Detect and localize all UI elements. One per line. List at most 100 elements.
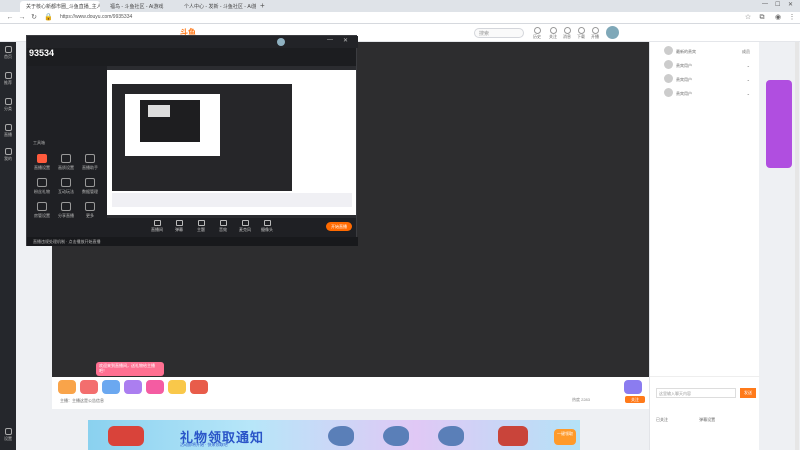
gift-item[interactable] xyxy=(58,380,76,394)
followed-label[interactable]: 已关注 xyxy=(656,417,668,422)
preview-gift-strip xyxy=(112,193,352,207)
side-ad[interactable] xyxy=(766,80,792,168)
nested-screen xyxy=(125,94,220,156)
tool-live-settings[interactable]: 直播设置 xyxy=(31,152,53,174)
minimize-icon[interactable]: — xyxy=(327,37,333,43)
address-bar: ← → ↻ 🔒 https://www.douyu.com/9935334 ☆ … xyxy=(0,12,800,24)
right-panel: 最新的贵宾 成员 贵宾用户 ⌄ 贵宾用户 ⌄ 贵宾用户 ⌄ 这里输入聊天内容 发送 已关… xyxy=(649,42,760,450)
sidebar-item-category[interactable]: 分类 xyxy=(0,96,16,116)
tool-assistant[interactable]: 直播助手 xyxy=(79,152,101,174)
search-input[interactable]: 搜索 xyxy=(474,28,524,38)
control-camera[interactable]: 摄像头 xyxy=(257,220,277,236)
avatar xyxy=(664,60,673,69)
send-button[interactable]: 发送 xyxy=(740,388,756,398)
message-icon[interactable]: 消息 xyxy=(560,27,574,39)
browser-tab[interactable]: 福鸟 - 斗鱼社区 - Ai游戏 xyxy=(104,1,174,12)
claim-button[interactable]: 一键领取 xyxy=(554,429,576,445)
sidebar-item-live[interactable]: 直播 xyxy=(0,122,16,142)
download-icon[interactable]: 下载 xyxy=(574,27,588,39)
tool-quality[interactable]: 画质设置 xyxy=(55,152,77,174)
extensions-icon[interactable]: ⧉ xyxy=(758,14,766,22)
maximize-icon[interactable]: ☐ xyxy=(775,1,780,8)
history-icon[interactable]: 历史 xyxy=(530,27,544,39)
scrollbar[interactable] xyxy=(795,42,799,450)
panel-footer: 已关注 弹幕设置 xyxy=(656,417,715,423)
list-item[interactable]: 贵宾用户 ⌄ xyxy=(654,86,754,100)
rocket-icon xyxy=(108,426,144,446)
gift-item[interactable] xyxy=(168,380,186,394)
gift-item[interactable] xyxy=(80,380,98,394)
streaming-tool-window: — ✕ 93534 工具箱 直播设置 画质设置 直播助手 粉丝礼物 互动玩法 数… xyxy=(26,35,358,246)
shark-icon xyxy=(383,426,409,446)
avatar xyxy=(664,74,673,83)
nested-screen xyxy=(112,84,292,191)
gift-item[interactable] xyxy=(624,380,642,394)
lock-icon: 🔒 xyxy=(44,14,53,21)
star-icon[interactable]: ☆ xyxy=(744,14,752,22)
stream-preview xyxy=(107,66,356,218)
tool-more[interactable]: 更多 xyxy=(79,200,101,222)
control-sound[interactable]: 音效 xyxy=(213,220,233,236)
nested-screen xyxy=(140,100,200,142)
reload-icon[interactable]: ↻ xyxy=(30,14,38,22)
divider xyxy=(650,376,760,377)
gift-bar: 主播：主播这是公告信息 热度 2283 关注 xyxy=(52,377,649,409)
back-icon[interactable]: ← xyxy=(6,14,14,22)
control-danmaku[interactable]: 弹幕 xyxy=(169,220,189,236)
profile-icon[interactable]: ◉ xyxy=(774,14,782,22)
sidebar-item-settings[interactable]: 设置 xyxy=(0,426,16,446)
list-item[interactable]: 最新的贵宾 成员 xyxy=(654,44,754,58)
danmaku-settings[interactable]: 弹幕设置 xyxy=(699,417,715,422)
avatar[interactable] xyxy=(606,26,619,39)
announcement: 主播：主播这是公告信息 xyxy=(60,398,104,403)
sidebar-item-recommend[interactable]: 推荐 xyxy=(0,70,16,90)
shark-icon xyxy=(438,426,464,446)
chevron-down-icon: ⌄ xyxy=(746,63,750,68)
avatar xyxy=(664,88,673,97)
control-room[interactable]: 直播间 xyxy=(147,220,167,236)
chevron-down-icon: ⌄ xyxy=(746,91,750,96)
room-id: 93534 xyxy=(29,48,55,58)
gift-item[interactable] xyxy=(124,380,142,394)
chat-input[interactable]: 这里输入聊天内容 xyxy=(656,388,736,398)
window-titlebar[interactable]: — ✕ xyxy=(27,36,358,48)
url-field[interactable]: https://www.douyu.com/9935334 xyxy=(60,14,360,22)
tool-gifts[interactable]: 粉丝礼物 xyxy=(31,176,53,198)
preview-screen xyxy=(107,70,356,215)
window-footer: 直播违规处理机制 · 点击播放开始直播 xyxy=(27,237,358,246)
minimize-icon[interactable]: — xyxy=(762,1,768,7)
gift-item[interactable] xyxy=(146,380,164,394)
follow-icon[interactable]: 关注 xyxy=(546,27,560,39)
gift-item[interactable] xyxy=(102,380,120,394)
tool-share[interactable]: 分享直播 xyxy=(55,200,77,222)
list-item[interactable]: 贵宾用户 ⌄ xyxy=(654,58,754,72)
menu-icon[interactable]: ⋮ xyxy=(788,14,796,22)
room-stats: 热度 2283 xyxy=(572,397,591,402)
tool-interactive[interactable]: 互动玩法 xyxy=(55,176,77,198)
shark-icon xyxy=(328,426,354,446)
gift-tooltip: 欢迎来到直播间，送礼物给主播吧！ xyxy=(96,362,164,376)
list-item[interactable]: 贵宾用户 ⌄ xyxy=(654,72,754,86)
follow-button[interactable]: 关注 xyxy=(625,396,645,403)
gift-item[interactable] xyxy=(190,380,208,394)
control-bar: 直播间 弹幕 主题 音效 麦克风 摄像头 开始直播 xyxy=(107,218,356,237)
start-live-button[interactable]: 开始直播 xyxy=(326,222,352,231)
control-microphone[interactable]: 麦克风 xyxy=(235,220,255,236)
browser-tabbar: 关于核心新都市圈_斗鱼直播_主人… 福鸟 - 斗鱼社区 - Ai游戏 个人中心 … xyxy=(0,0,800,12)
avatar[interactable] xyxy=(277,38,285,46)
live-icon[interactable]: 开播 xyxy=(588,27,602,39)
new-tab-icon[interactable]: + xyxy=(260,1,265,10)
close-icon[interactable]: ✕ xyxy=(343,37,348,44)
promo-banner[interactable]: 礼物领取通知 活动即将开始 · 快来领取吧 一键领取 xyxy=(88,420,580,450)
tool-panel: 工具箱 直播设置 画质设置 直播助手 粉丝礼物 互动玩法 数据管理 房管设置 分… xyxy=(27,66,107,246)
sidebar-item-mine[interactable]: 我的 xyxy=(0,146,16,166)
control-theme[interactable]: 主题 xyxy=(191,220,211,236)
chevron-down-icon: ⌄ xyxy=(746,77,750,82)
browser-tab[interactable]: 个人中心 - 发新 - 斗鱼社区 - Ai游戏 xyxy=(178,1,256,12)
tool-moderators[interactable]: 房管设置 xyxy=(31,200,53,222)
close-icon[interactable]: ✕ xyxy=(788,1,793,8)
forward-icon[interactable]: → xyxy=(18,14,26,22)
browser-tab[interactable]: 关于核心新都市圈_斗鱼直播_主人… xyxy=(20,1,100,12)
sidebar-item-home[interactable]: 首页 xyxy=(0,44,16,64)
tool-data[interactable]: 数据管理 xyxy=(79,176,101,198)
